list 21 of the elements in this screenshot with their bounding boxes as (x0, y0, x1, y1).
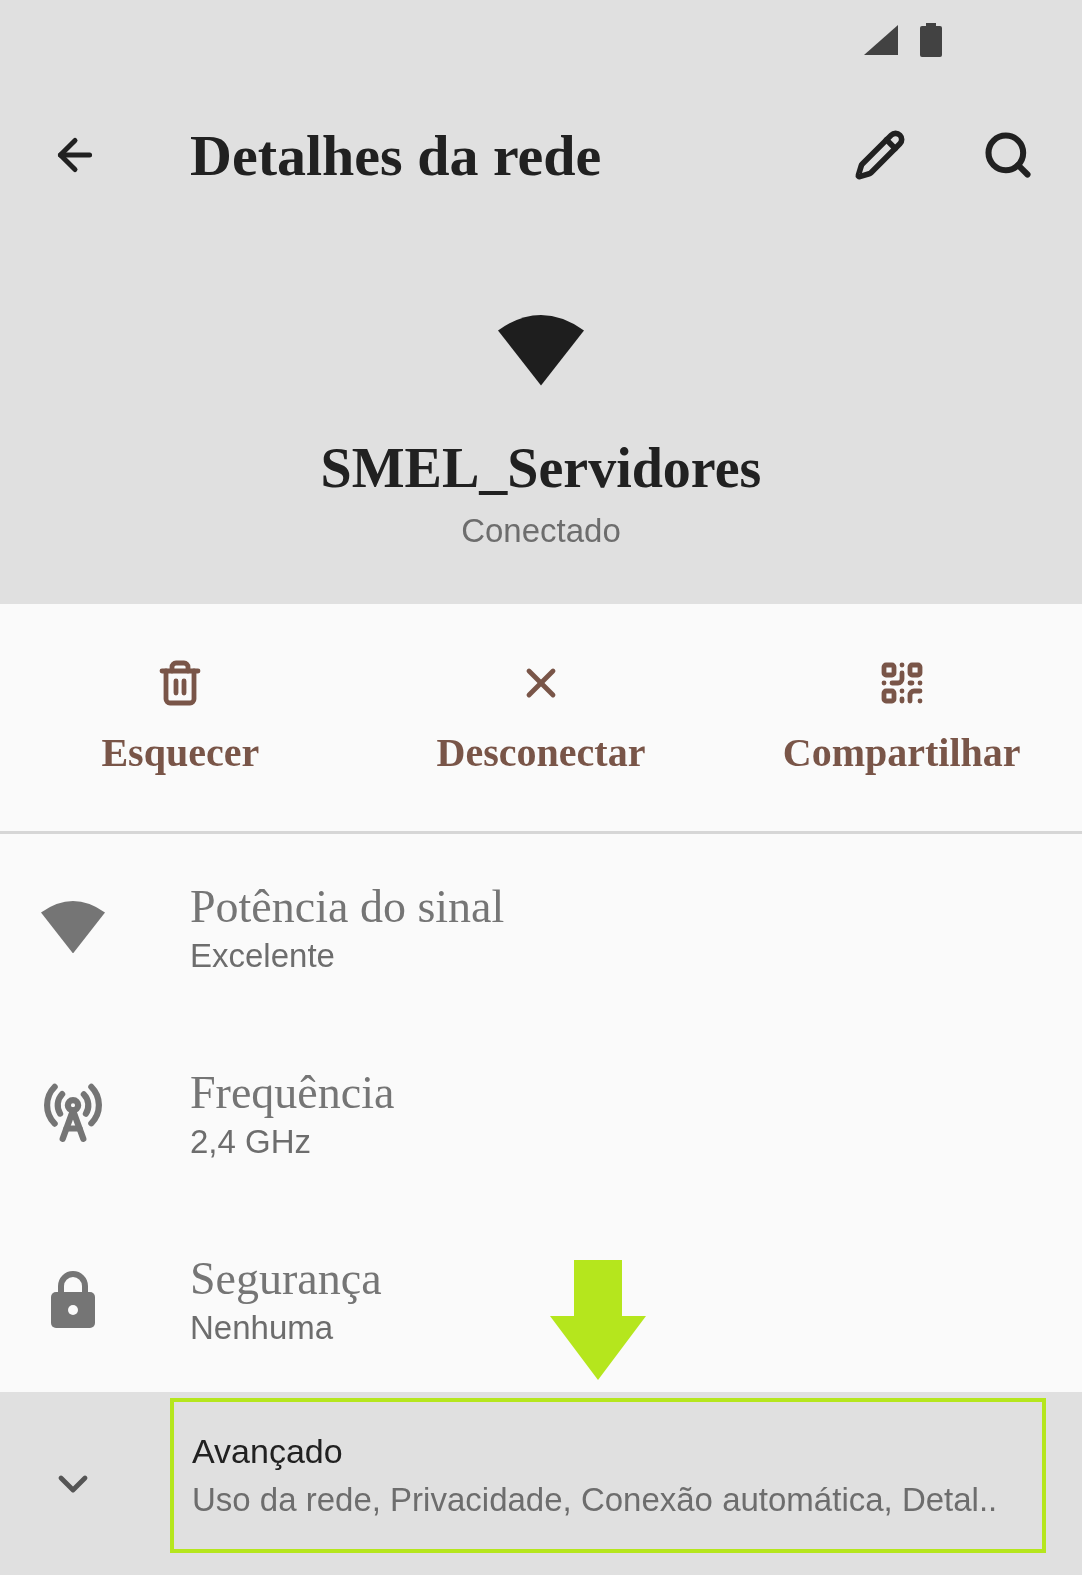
battery-icon (920, 23, 942, 57)
antenna-icon (41, 1082, 104, 1144)
signal-icon (864, 25, 898, 55)
detail-title: Frequência (190, 1065, 395, 1119)
window-title: Detalhes da rede (190, 121, 603, 189)
lock-icon (50, 1270, 95, 1328)
wifi-icon (40, 900, 105, 954)
action-button[interactable]: Esquecer (0, 604, 361, 831)
action-button[interactable]: Desconectar (360, 604, 722, 831)
detail-value: Excelente (190, 936, 336, 975)
down-arrow-icon (550, 1260, 646, 1380)
action-button[interactable]: Compartilhar (721, 604, 1082, 831)
detail-title: Segurança (190, 1251, 382, 1305)
detail-value: 2,4 GHz (190, 1122, 313, 1161)
wifi-icon (498, 315, 584, 386)
connection-status: Conectado (461, 511, 621, 550)
detail-title: Potência do sinal (190, 879, 505, 933)
advanced-summary: Uso da rede, Privacidade, Conexão automática, Detal.. (192, 1481, 999, 1519)
advanced-title: Avançado (192, 1432, 344, 1471)
detail-value: Nenhuma (190, 1308, 335, 1347)
network-name: SMEL_Servidores (320, 435, 762, 500)
